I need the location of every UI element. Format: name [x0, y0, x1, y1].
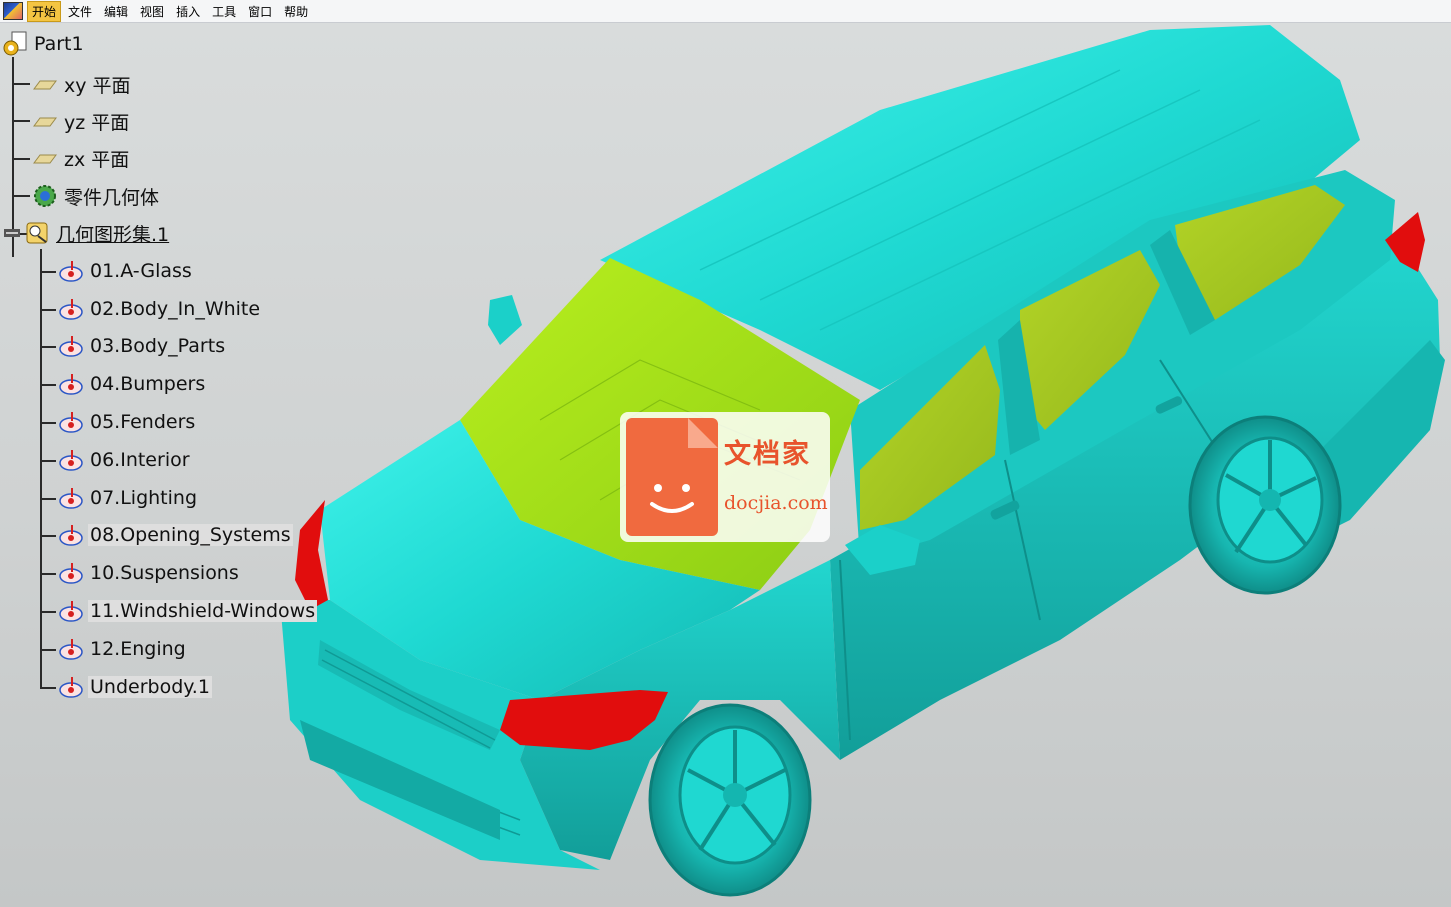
menu-help[interactable]: 帮助 — [279, 1, 313, 22]
geometry-set-item-icon — [59, 261, 83, 282]
tree-label: 11.Windshield-Windows — [88, 600, 318, 622]
tree-node-geo-set[interactable]: 几何图形集.1 — [2, 219, 171, 247]
tree-node-child[interactable]: 02.Body_In_White — [58, 295, 262, 323]
tree-node-child[interactable]: 08.Opening_Systems — [58, 521, 293, 549]
tree-node-zx-plane[interactable]: zx 平面 — [32, 144, 131, 172]
tree-node-child[interactable]: 03.Body_Parts — [58, 332, 227, 360]
geometry-set-item-icon — [59, 677, 83, 698]
catia-app-icon[interactable] — [3, 2, 23, 20]
tree-label: 06.Interior — [90, 449, 190, 471]
tree-label: 02.Body_In_White — [90, 298, 261, 320]
tree-node-part-body[interactable]: 零件几何体 — [32, 182, 161, 210]
tree-label: 05.Fenders — [90, 411, 196, 433]
tree-label: 10.Suspensions — [90, 562, 239, 584]
tree-node-child[interactable]: Underbody.1 — [58, 673, 212, 701]
tree-label: xy 平面 — [64, 74, 131, 97]
geometry-set-item-icon — [59, 336, 83, 357]
tree-node-xy-plane[interactable]: xy 平面 — [32, 70, 133, 98]
menu-view[interactable]: 视图 — [135, 1, 169, 22]
geometry-set-item-icon — [59, 525, 83, 546]
menu-edit[interactable]: 编辑 — [99, 1, 133, 22]
menu-insert[interactable]: 插入 — [171, 1, 205, 22]
geometry-set-item-icon — [59, 299, 83, 320]
geometry-set-item-icon — [59, 450, 83, 471]
plane-icon — [33, 154, 57, 164]
specification-tree: Part1 xy 平面 yz 平面 zx 平面 零件几何体 几何图形集.1 01… — [0, 23, 340, 723]
tree-node-child[interactable]: 06.Interior — [58, 446, 192, 474]
side-mirror-left — [488, 295, 522, 345]
tree-label: 08.Opening_Systems — [88, 524, 293, 546]
part-body-gear-icon — [34, 185, 56, 207]
menu-start[interactable]: 开始 — [27, 0, 62, 22]
3d-viewport[interactable]: Part1 xy 平面 yz 平面 zx 平面 零件几何体 几何图形集.1 01… — [0, 23, 1451, 907]
watermark: 文档家 docjia.com — [620, 412, 830, 542]
geometry-set-item-icon — [59, 412, 83, 433]
geometry-set-item-icon — [59, 488, 83, 509]
tree-label: 零件几何体 — [64, 186, 160, 209]
collapse-minus-icon[interactable] — [2, 220, 24, 246]
tree-label: yz 平面 — [64, 111, 130, 134]
geometry-set-item-icon — [59, 374, 83, 395]
tree-node-child[interactable]: 10.Suspensions — [58, 559, 241, 587]
tree-label: zx 平面 — [64, 148, 130, 171]
tree-node-child[interactable]: 01.A-Glass — [58, 257, 194, 285]
menu-bar: 开始 文件 编辑 视图 插入 工具 窗口 帮助 — [0, 0, 1451, 23]
tree-label: 几何图形集.1 — [56, 223, 170, 246]
tree-label: 07.Lighting — [90, 487, 198, 509]
tree-node-yz-plane[interactable]: yz 平面 — [32, 107, 131, 135]
geometry-set-item-icon — [59, 639, 83, 660]
part-gear-icon — [3, 31, 27, 56]
menu-window[interactable]: 窗口 — [243, 1, 277, 22]
watermark-domain: docjia.com — [724, 492, 828, 514]
tree-node-root[interactable]: Part1 — [2, 30, 86, 58]
tree-label: 12.Enging — [90, 638, 186, 660]
tree-node-child[interactable]: 07.Lighting — [58, 484, 199, 512]
tree-node-child[interactable]: 04.Bumpers — [58, 370, 207, 398]
tree-branch-line — [40, 249, 42, 689]
tree-label: 03.Body_Parts — [90, 335, 226, 357]
plane-icon — [33, 80, 57, 90]
watermark-title: 文档家 — [724, 439, 811, 470]
tree-label: 04.Bumpers — [90, 373, 206, 395]
geometrical-set-icon — [26, 222, 48, 244]
tree-root-label: Part1 — [34, 33, 84, 55]
tree-node-child[interactable]: 12.Enging — [58, 635, 188, 663]
watermark-doc-icon — [626, 418, 718, 536]
menu-file[interactable]: 文件 — [63, 1, 97, 22]
geometry-set-item-icon — [59, 601, 83, 622]
geometry-set-item-icon — [59, 563, 83, 584]
tree-node-child[interactable]: 11.Windshield-Windows — [58, 597, 318, 625]
tree-label: 01.A-Glass — [90, 260, 192, 282]
plane-icon — [33, 117, 57, 127]
tree-node-child[interactable]: 05.Fenders — [58, 408, 197, 436]
tree-label: Underbody.1 — [88, 676, 212, 698]
menu-tools[interactable]: 工具 — [207, 1, 241, 22]
